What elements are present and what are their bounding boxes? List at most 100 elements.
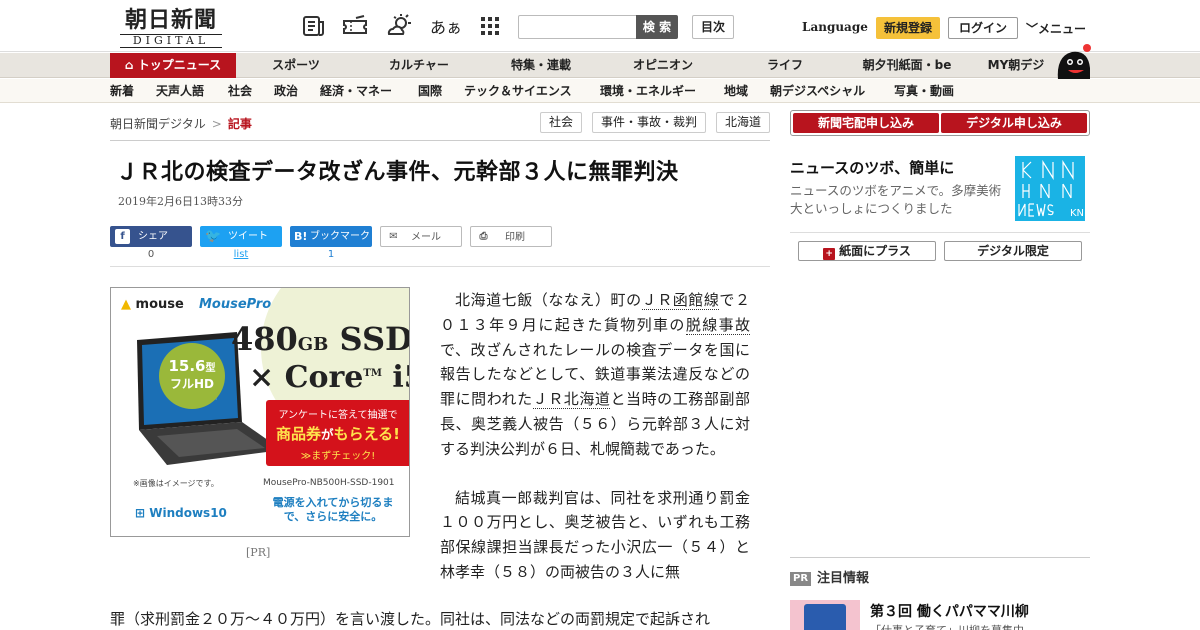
- font-size-icon[interactable]: あぁ: [430, 14, 464, 38]
- site-header: 朝日新聞 DIGITAL あぁ 検 索 目次 Language 新規登録 ログイ…: [0, 0, 1200, 52]
- hatena-count: 1: [327, 249, 335, 260]
- register-button[interactable]: 新規登録: [876, 17, 940, 39]
- language-link[interactable]: Language: [802, 20, 868, 34]
- news-tsubo-title[interactable]: ニュースのツボ、簡単に: [790, 157, 954, 178]
- ticket-icon[interactable]: [342, 14, 368, 38]
- article-paragraph: 結城真一郎裁判官は、同社を求刑通り罰金１００万円とし、奥芝被告と、いずれも工務部…: [440, 488, 750, 581]
- index-button[interactable]: 目次: [692, 15, 734, 39]
- nav-label: トップニュース: [137, 58, 222, 72]
- breadcrumb: 朝日新聞デジタル > 記事: [110, 115, 252, 132]
- ad-size-number: 15.6: [168, 357, 206, 375]
- windows-logo-icon: ⊞: [135, 506, 150, 520]
- grid-menu-icon[interactable]: [478, 14, 504, 38]
- divider: [790, 557, 1090, 558]
- nav2-environment[interactable]: 環境・エネルギー: [600, 79, 696, 103]
- article-paragraph: 北海道七飯（ななえ）町のＪＲ函館線で２０１３年９月に起きた貨物列車の脱線事故で、…: [440, 288, 750, 462]
- menu-button[interactable]: ﹀メニュー: [1026, 20, 1086, 37]
- chevron-down-icon: ﹀: [1026, 22, 1039, 36]
- site-logo[interactable]: 朝日新聞 DIGITAL: [112, 8, 230, 48]
- search-input[interactable]: [518, 15, 638, 39]
- shimen-plus-label: 紙面にプラス: [839, 244, 911, 258]
- tag-incident[interactable]: 事件・事故・裁判: [592, 112, 707, 133]
- nav-sports[interactable]: スポーツ: [250, 53, 342, 78]
- newspaper-icon[interactable]: [301, 14, 327, 38]
- ad-screen-size-badge: 15.6型 フルHD: [159, 343, 225, 409]
- nav-top-news[interactable]: ⌂ トップニュース: [110, 53, 236, 78]
- nav2-new[interactable]: 新着: [110, 79, 134, 103]
- nav-paper[interactable]: 朝夕刊紙面・be: [850, 53, 964, 78]
- pr-thumbnail[interactable]: [790, 600, 860, 630]
- mascot-icon[interactable]: [1054, 42, 1094, 80]
- nav2-tenseijingo[interactable]: 天声人語: [156, 79, 204, 103]
- subscription-box: 新聞宅配申し込み デジタル申し込み: [790, 110, 1090, 136]
- nav-culture[interactable]: カルチャー: [372, 53, 466, 78]
- hatena-icon: B!: [294, 230, 308, 243]
- logo-text-en: DIGITAL: [120, 34, 222, 48]
- pr-badge: PR: [790, 572, 812, 586]
- ad-promo-highlight: 商品券: [276, 425, 322, 443]
- logo-text-jp: 朝日新聞: [124, 7, 217, 33]
- twitter-share-button[interactable]: 🐦 ツイート: [200, 226, 282, 247]
- nav-opinion[interactable]: オピニオン: [616, 53, 710, 78]
- ad-brand-label: mouse: [135, 297, 184, 312]
- breadcrumb-home[interactable]: 朝日新聞デジタル: [110, 117, 206, 131]
- divider: [110, 266, 770, 267]
- search-button[interactable]: 検 索: [636, 15, 678, 39]
- twitter-share-label: ツイート: [228, 231, 268, 242]
- shimen-plus-button[interactable]: + 紙面にプラス: [798, 241, 936, 261]
- text-run: 北海道七飯（ななえ）町の: [455, 291, 642, 309]
- mail-label: メール: [411, 232, 441, 243]
- pr-heading-label: 注目情報: [817, 571, 870, 586]
- ad-cpu-suffix: i5: [392, 360, 409, 395]
- ad-ssd-text: 480GB SSD: [231, 320, 409, 358]
- nav2-politics[interactable]: 政治: [274, 79, 298, 103]
- ad-promo-box[interactable]: アンケートに答えて抽選で 商品券がもらえる! ≫まずチェック!: [266, 400, 409, 466]
- nav2-society[interactable]: 社会: [228, 79, 252, 103]
- divider: [790, 232, 1090, 233]
- keyword-link-jr-hokkaido[interactable]: ＪＲ北海道: [532, 390, 611, 410]
- paper-subscribe-button[interactable]: 新聞宅配申し込み: [793, 113, 939, 133]
- keyword-link-jr-hakodate-line[interactable]: ＪＲ函館線: [641, 291, 720, 310]
- news-tsubo-description: ニュースのツボをアニメで。多摩美術大といっしょにつくりました: [790, 183, 1002, 216]
- twitter-list-link[interactable]: list: [200, 249, 282, 260]
- print-label: 印刷: [505, 232, 525, 243]
- facebook-share-button[interactable]: f シェア: [110, 226, 192, 247]
- ad-image-note: ※画像はイメージです。: [133, 479, 219, 488]
- nav-my-asahi[interactable]: MY朝デジ: [980, 53, 1052, 78]
- nav2-economy[interactable]: 経済・マネー: [320, 79, 392, 103]
- nav2-region[interactable]: 地域: [724, 79, 748, 103]
- article-body: 北海道七飯（ななえ）町のＪＲ函館線で２０１３年９月に起きた貨物列車の脱線事故で、…: [440, 288, 750, 609]
- article-headline: ＪＲ北の検査データ改ざん事件、元幹部３人に無罪判決: [116, 160, 679, 185]
- nav2-tech[interactable]: テック＆サイエンス: [464, 79, 572, 103]
- primary-nav: ⌂ トップニュース スポーツ カルチャー 特集・連載 オピニオン ライフ 朝夕刊…: [0, 53, 1200, 78]
- tag-hokkaido[interactable]: 北海道: [716, 112, 771, 133]
- nav2-international[interactable]: 国際: [418, 79, 442, 103]
- nav2-photo-video[interactable]: 写真・動画: [894, 79, 954, 103]
- pc-advertisement[interactable]: ▲ mouse MousePro 480GB SSD × CoreTM i5 1…: [110, 287, 410, 537]
- ad-pr-label: [PR]: [246, 546, 271, 559]
- pr-item-title[interactable]: 第３回 働くパパママ川柳: [870, 601, 1029, 621]
- print-button[interactable]: ⎙ 印刷: [470, 226, 552, 247]
- ad-power-text: 電源を入れてから切るまで、さらに安全に。: [272, 496, 394, 523]
- ad-promo-line1: アンケートに答えて抽選で: [278, 410, 398, 421]
- ad-cpu-tm: TM: [363, 368, 382, 379]
- digital-subscribe-button[interactable]: デジタル申し込み: [941, 113, 1087, 133]
- breadcrumb-current: 記事: [227, 117, 252, 131]
- facebook-share-label: シェア: [138, 231, 168, 242]
- article-paragraph-continued: 罪（求刑罰金２０万～４０万円）を言い渡した。同社は、同法などの両罰規定で起訴され: [110, 610, 711, 628]
- keyword-link-derailment[interactable]: 脱線事故: [685, 315, 750, 335]
- nav-life[interactable]: ライフ: [740, 53, 830, 78]
- mail-share-button[interactable]: ✉ メール: [380, 226, 462, 247]
- secondary-nav: 新着 天声人語 社会 政治 経済・マネー 国際 テック＆サイエンス 環境・エネル…: [0, 79, 1200, 103]
- knn-news-logo[interactable]: KNN: [1015, 156, 1085, 221]
- tag-society[interactable]: 社会: [540, 112, 583, 133]
- nav2-special[interactable]: 朝デジスペシャル: [770, 79, 865, 103]
- mouse-logo-icon: ▲: [121, 297, 136, 312]
- login-button[interactable]: ログイン: [948, 17, 1018, 39]
- digital-only-button[interactable]: デジタル限定: [944, 241, 1082, 261]
- weather-icon[interactable]: [386, 14, 412, 38]
- pr-thumbnail-image: [804, 604, 846, 630]
- menu-label: メニュー: [1038, 22, 1087, 36]
- hatena-bookmark-button[interactable]: B! ブックマーク: [290, 226, 372, 247]
- nav-features[interactable]: 特集・連載: [494, 53, 588, 78]
